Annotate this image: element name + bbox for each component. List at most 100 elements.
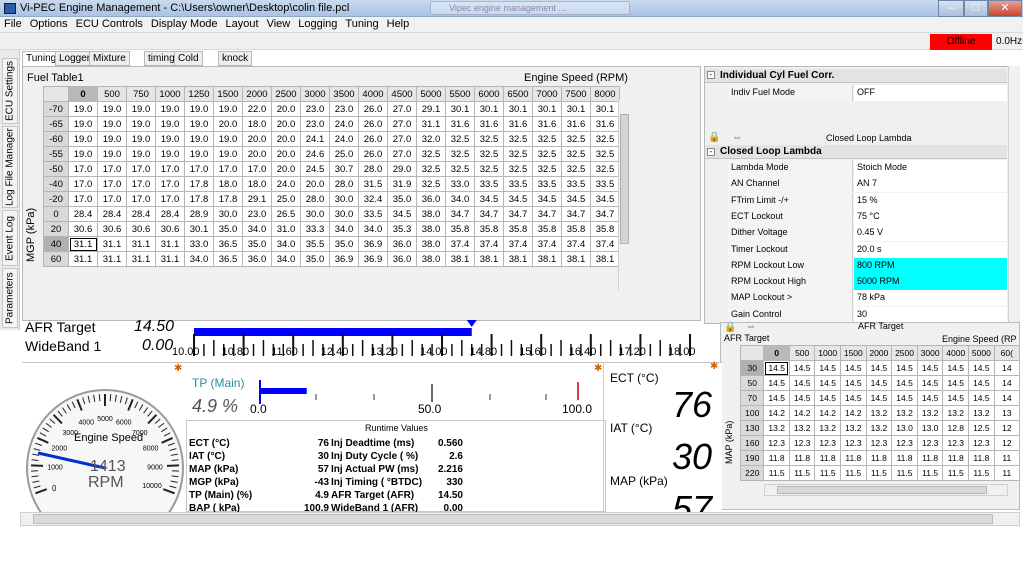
table-cell[interactable]: 31.0 [271, 221, 301, 237]
table-cell[interactable]: 17.0 [97, 176, 127, 192]
table-cell[interactable]: 14 [993, 360, 1020, 376]
table-cell[interactable]: 34.5 [561, 191, 591, 207]
table-cell[interactable]: 12.3 [968, 435, 995, 451]
menu-logging[interactable]: Logging [294, 17, 341, 31]
table-cell[interactable]: 11.5 [891, 465, 918, 481]
table-cell[interactable]: 20.0 [271, 146, 301, 162]
table-cell[interactable]: 29.1 [242, 191, 272, 207]
table-cell[interactable]: 37.4 [532, 236, 562, 252]
table-cell[interactable]: 36.0 [387, 236, 417, 252]
table-cell[interactable]: 34.0 [271, 251, 301, 267]
table-cell[interactable]: 32.5 [416, 146, 446, 162]
table-cell[interactable]: 34.7 [590, 206, 620, 222]
table-cell[interactable]: 32.5 [590, 131, 620, 147]
table-cell[interactable]: 14.5 [916, 375, 944, 391]
table-cell[interactable]: 17.8 [184, 176, 214, 192]
table-cell[interactable]: 19.0 [68, 146, 98, 162]
table-cell[interactable]: 19.0 [213, 146, 243, 162]
table-cell[interactable]: 34.7 [532, 206, 562, 222]
property-row[interactable]: ECT Lockout 75 °C [727, 208, 1007, 225]
row-header[interactable]: -40 [43, 176, 69, 192]
table-cell[interactable]: 11 [993, 465, 1020, 481]
table-cell[interactable]: 33.5 [561, 176, 591, 192]
table-cell[interactable]: 14.2 [763, 405, 790, 421]
table-cell[interactable]: 31.9 [387, 176, 417, 192]
table-cell[interactable]: 11.8 [916, 450, 944, 466]
table-cell[interactable]: 31.6 [503, 116, 533, 132]
table-cell[interactable]: 11.8 [891, 450, 918, 466]
table-cell[interactable]: 14 [993, 375, 1020, 391]
table-cell[interactable]: 31.6 [590, 116, 620, 132]
table-cell[interactable]: 33.5 [358, 206, 388, 222]
table-cell[interactable]: 12.3 [891, 435, 918, 451]
table-cell[interactable]: 32.5 [445, 131, 475, 147]
column-header[interactable]: 1250 [184, 86, 214, 102]
table-cell[interactable]: 38.1 [503, 251, 533, 267]
table-cell[interactable]: 32.5 [590, 161, 620, 177]
table-cell[interactable]: 14.5 [942, 360, 970, 376]
table-cell[interactable]: 11.5 [942, 465, 970, 481]
table-cell[interactable]: 11.5 [865, 465, 893, 481]
table-cell[interactable]: 19.0 [155, 116, 185, 132]
property-value[interactable]: 800 RPM [854, 257, 1007, 274]
table-cell[interactable]: 17.8 [184, 191, 214, 207]
table-cell[interactable]: 13.2 [840, 420, 867, 436]
property-row[interactable]: FTrim Limit -/+ 15 % [727, 192, 1007, 209]
table-cell[interactable]: 27.0 [387, 131, 417, 147]
side-tab-parameters[interactable]: Parameters [2, 268, 18, 328]
column-header[interactable]: 2000 [242, 86, 272, 102]
table-cell[interactable]: 30.1 [590, 101, 620, 117]
main-hscroll[interactable] [20, 512, 1020, 526]
table-cell[interactable]: 32.5 [503, 161, 533, 177]
column-header[interactable]: 4500 [387, 86, 417, 102]
menu-options[interactable]: Options [26, 17, 72, 31]
gauge-settings-icon[interactable]: ✱ [710, 361, 718, 372]
column-header[interactable]: 4000 [358, 86, 388, 102]
table-cell[interactable]: 28.4 [68, 206, 98, 222]
table-cell[interactable]: 14.5 [814, 375, 841, 391]
table-cell[interactable]: 35.0 [242, 236, 272, 252]
table-cell[interactable]: 13.2 [814, 420, 841, 436]
table-cell[interactable]: 14.5 [865, 360, 893, 376]
table-cell[interactable]: 30.0 [329, 206, 359, 222]
column-header[interactable]: 1000 [155, 86, 185, 102]
tab-mixture-map[interactable]: Mixture Map [89, 51, 130, 77]
table-cell[interactable]: 14.2 [814, 405, 841, 421]
table-cell[interactable]: 12.3 [788, 435, 816, 451]
property-row[interactable]: RPM Lockout Low 800 RPM [727, 257, 1007, 274]
property-value[interactable]: 75 °C [854, 208, 1007, 225]
table-cell[interactable]: 32.5 [474, 161, 504, 177]
table-cell[interactable]: 32.5 [590, 146, 620, 162]
table-cell[interactable]: 13.2 [865, 405, 893, 421]
table-cell[interactable]: 14.5 [968, 375, 995, 391]
table-cell[interactable]: 34.0 [358, 221, 388, 237]
table-cell[interactable]: 19.0 [126, 146, 156, 162]
table-cell[interactable]: 22.0 [242, 101, 272, 117]
table-cell[interactable]: 37.4 [474, 236, 504, 252]
table-cell[interactable]: 34.7 [503, 206, 533, 222]
table-cell[interactable]: 31.6 [561, 116, 591, 132]
table-cell[interactable]: 32.5 [561, 131, 591, 147]
table-cell[interactable]: 19.0 [68, 101, 98, 117]
column-header[interactable]: 7000 [532, 86, 562, 102]
tab-knock[interactable]: knock [218, 51, 253, 66]
parameters-scrollbar[interactable] [1008, 66, 1020, 324]
table-cell[interactable]: 27.0 [387, 146, 417, 162]
menu-help[interactable]: Help [383, 17, 414, 31]
table-cell[interactable]: 17.0 [184, 161, 214, 177]
table-cell[interactable]: 28.9 [184, 206, 214, 222]
scroll-thumb[interactable] [620, 114, 629, 244]
table-cell[interactable]: 11.8 [763, 450, 790, 466]
table-cell[interactable]: 30.1 [184, 221, 214, 237]
table-cell[interactable]: 31.1 [155, 236, 185, 252]
table-cell[interactable]: 34.5 [532, 191, 562, 207]
table-cell[interactable]: 19.0 [126, 116, 156, 132]
table-cell[interactable]: 14.5 [891, 360, 918, 376]
table-cell[interactable]: 14.5 [891, 390, 918, 406]
row-header[interactable]: 30 [740, 360, 765, 376]
table-cell[interactable]: 12 [993, 435, 1020, 451]
column-header[interactable]: 3000 [300, 86, 330, 102]
table-cell[interactable]: 13.2 [891, 405, 918, 421]
table-cell[interactable]: 38.0 [416, 251, 446, 267]
table-cell[interactable]: 36.9 [358, 236, 388, 252]
